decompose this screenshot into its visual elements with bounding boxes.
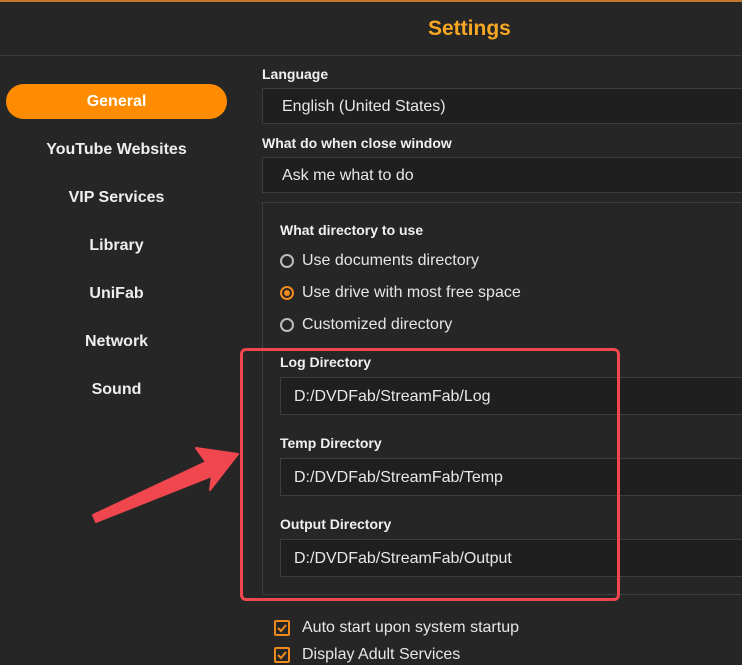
checkbox-checked[interactable] [274, 647, 290, 663]
display-adult-checkbox-row[interactable]: Display Adult Services [274, 645, 460, 665]
settings-window: Settings General YouTube Websites VIP Se… [0, 0, 742, 665]
annotation-arrow-icon [92, 447, 239, 523]
check-icon [277, 624, 287, 633]
check-icon [277, 651, 287, 660]
checkbox-label: Auto start upon system startup [302, 619, 519, 636]
auto-start-checkbox-row[interactable]: Auto start upon system startup [274, 618, 519, 638]
checkbox-checked[interactable] [274, 620, 290, 636]
checkbox-label: Display Adult Services [302, 646, 461, 663]
